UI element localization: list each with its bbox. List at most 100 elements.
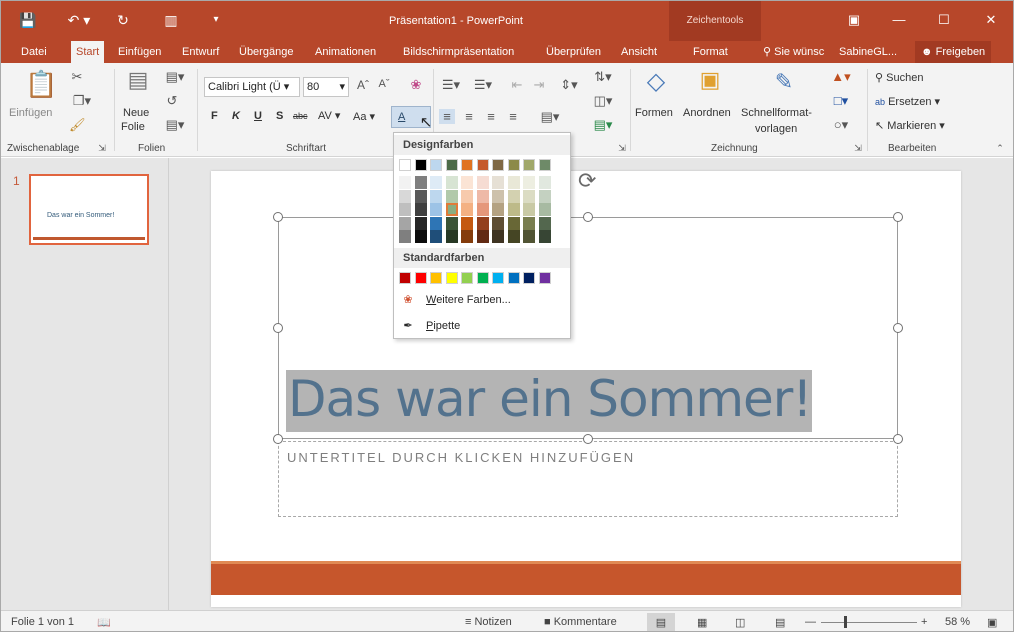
resize-handle[interactable]	[273, 212, 283, 222]
theme-shade-swatch[interactable]	[445, 230, 458, 243]
customize-toolbar-icon[interactable]: ▾	[209, 10, 223, 30]
character-spacing-button[interactable]: AV ▾	[318, 109, 340, 122]
slide-sorter-icon[interactable]: ▦	[697, 616, 707, 629]
standard-color-swatch[interactable]	[445, 272, 458, 284]
theme-shade-swatch[interactable]	[507, 203, 520, 216]
notes-button[interactable]: ≡ Notizen	[465, 616, 512, 628]
resize-handle[interactable]	[893, 434, 903, 444]
theme-shade-swatch[interactable]	[461, 230, 473, 243]
redo-icon[interactable]: ↻	[113, 10, 133, 30]
theme-shade-swatch[interactable]	[492, 203, 504, 216]
align-right-icon[interactable]: ≡	[483, 109, 499, 124]
quick-styles-label-2[interactable]: vorlagen	[755, 123, 797, 135]
theme-shade-swatch[interactable]	[538, 203, 551, 216]
theme-color-swatch[interactable]	[523, 159, 535, 171]
standard-color-swatch[interactable]	[476, 272, 489, 284]
standard-color-swatch[interactable]	[461, 272, 473, 284]
theme-shade-swatch[interactable]	[414, 189, 427, 203]
font-size-dropdown[interactable]: 80 ▾	[303, 77, 349, 97]
theme-shade-swatch[interactable]	[492, 176, 504, 189]
undo-icon[interactable]: ↶ ▾	[63, 10, 95, 30]
theme-shade-swatch[interactable]	[430, 203, 442, 216]
slide-thumbnail[interactable]: Das war ein Sommer!	[29, 174, 149, 245]
tab-einfuegen[interactable]: Einfügen	[118, 41, 161, 63]
slide-canvas[interactable]: ⟳ Das war ein Sommer! UNTERTITEL DURCH K…	[211, 168, 961, 607]
clipboard-launcher-icon[interactable]: ⇲	[95, 143, 109, 154]
theme-shade-swatch[interactable]	[523, 203, 535, 216]
slideshow-icon[interactable]: ▤	[775, 616, 785, 629]
theme-shade-swatch[interactable]	[414, 216, 427, 230]
theme-shade-swatch[interactable]	[538, 230, 551, 243]
zoom-level[interactable]: 58 %	[945, 616, 970, 628]
replace-button[interactable]: ab Ersetzen ▾	[875, 95, 940, 108]
theme-shade-swatch[interactable]	[523, 189, 535, 203]
standard-color-swatch[interactable]	[492, 272, 504, 284]
cut-icon[interactable]: ✂	[69, 69, 85, 85]
resize-handle[interactable]	[893, 323, 903, 333]
theme-shade-swatch[interactable]	[399, 176, 411, 189]
theme-shade-swatch[interactable]	[414, 230, 427, 243]
bold-button[interactable]: F	[211, 110, 218, 122]
start-from-beginning-icon[interactable]: ▥	[159, 10, 183, 30]
theme-color-swatch[interactable]	[399, 159, 411, 171]
align-left-icon[interactable]: ≡	[439, 109, 455, 124]
theme-shade-swatch[interactable]	[399, 189, 411, 203]
rotate-handle-icon[interactable]: ⟳	[578, 168, 596, 194]
arrange-icon[interactable]: ▣	[695, 67, 725, 93]
zoom-in-button[interactable]: +	[921, 616, 927, 628]
new-slide-icon[interactable]: ▤	[123, 67, 153, 93]
theme-shade-swatch[interactable]	[523, 216, 535, 230]
minimize-button[interactable]: —	[884, 9, 914, 31]
maximize-button[interactable]: ☐	[929, 9, 959, 31]
increase-font-icon[interactable]: Aˆ	[355, 78, 371, 92]
title-placeholder[interactable]: Das war ein Sommer!	[278, 217, 898, 439]
columns-icon[interactable]: ▤▾	[537, 109, 563, 125]
theme-color-swatch[interactable]	[414, 159, 427, 171]
zoom-slider-thumb[interactable]	[844, 616, 847, 628]
spelling-icon[interactable]: 📖	[97, 616, 111, 629]
tab-animationen[interactable]: Animationen	[315, 41, 376, 63]
standard-color-swatch[interactable]	[507, 272, 520, 284]
standard-color-swatch[interactable]	[414, 272, 427, 284]
theme-color-swatch[interactable]	[461, 159, 473, 171]
user-name[interactable]: SabineGL...	[839, 41, 897, 63]
ribbon-display-options-icon[interactable]: ▣	[839, 9, 869, 31]
shapes-icon[interactable]: ◇	[641, 67, 671, 96]
theme-shade-swatch[interactable]	[538, 189, 551, 203]
theme-shade-swatch[interactable]	[414, 203, 427, 216]
strikethrough-button[interactable]: abc	[293, 111, 308, 121]
theme-shade-swatch[interactable]	[476, 189, 489, 203]
theme-shade-swatch[interactable]	[461, 189, 473, 203]
standard-color-swatch[interactable]	[538, 272, 551, 284]
italic-button[interactable]: K	[232, 110, 240, 122]
theme-color-swatch[interactable]	[445, 159, 458, 171]
theme-shade-swatch[interactable]	[476, 203, 489, 216]
tab-uebergaenge[interactable]: Übergänge	[239, 41, 293, 63]
tab-bildschirmpraesentation[interactable]: Bildschirmpräsentation	[403, 41, 514, 63]
reading-view-icon[interactable]: ◫	[735, 616, 745, 629]
theme-shade-swatch[interactable]	[507, 189, 520, 203]
zoom-out-button[interactable]: —	[805, 616, 816, 628]
tell-me-box[interactable]: ⚲ Sie wünsc	[763, 41, 824, 63]
theme-shade-swatch[interactable]	[445, 216, 458, 230]
shape-fill-icon[interactable]: ▲▾	[829, 69, 853, 85]
quick-styles-label-1[interactable]: Schnellformat-	[741, 107, 812, 119]
tab-datei[interactable]: Datei	[21, 41, 47, 63]
theme-shade-swatch[interactable]	[507, 176, 520, 189]
theme-shade-swatch[interactable]	[461, 203, 473, 216]
clear-formatting-icon[interactable]: ❀	[408, 77, 424, 93]
slide-subtitle[interactable]: UNTERTITEL DURCH KLICKEN HINZUFÜGEN	[287, 450, 635, 465]
save-icon[interactable]: 💾	[17, 10, 39, 30]
theme-shade-swatch[interactable]	[492, 216, 504, 230]
line-spacing-icon[interactable]: ⇕▾	[557, 77, 581, 93]
quick-styles-icon[interactable]: ✎	[769, 69, 799, 95]
theme-shade-swatch[interactable]	[523, 176, 535, 189]
resize-handle[interactable]	[893, 212, 903, 222]
paragraph-launcher-icon[interactable]: ⇲	[615, 143, 629, 154]
shape-outline-icon[interactable]: □▾	[829, 93, 853, 109]
shadow-button[interactable]: S	[276, 110, 283, 122]
theme-shade-swatch[interactable]	[430, 230, 442, 243]
theme-shade-swatch[interactable]	[399, 216, 411, 230]
theme-color-swatch[interactable]	[538, 159, 551, 171]
tab-ansicht[interactable]: Ansicht	[621, 41, 657, 63]
